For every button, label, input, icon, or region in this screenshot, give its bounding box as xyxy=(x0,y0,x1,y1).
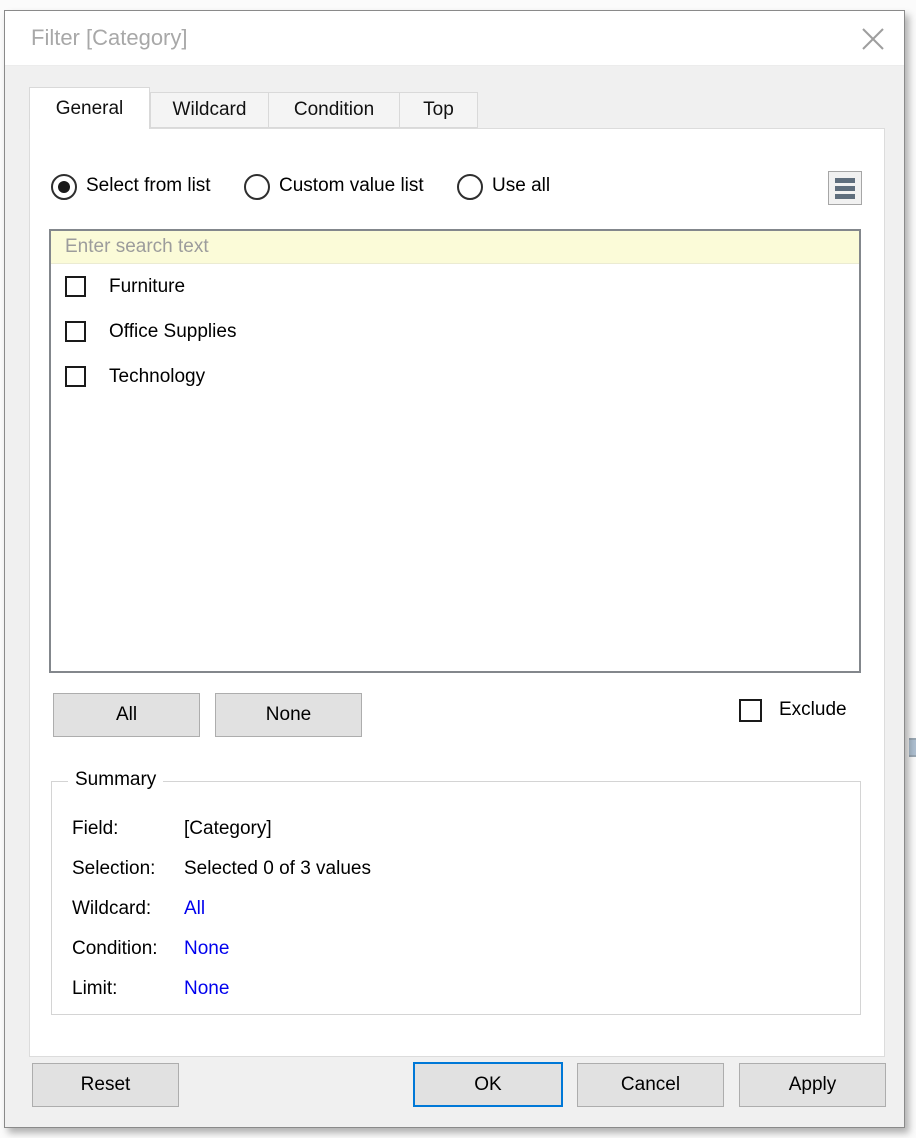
radio-select-from-list-label: Select from list xyxy=(86,175,211,197)
tab-top[interactable]: Top xyxy=(400,92,478,128)
tab-general-label: General xyxy=(56,98,124,120)
checkbox-office-supplies[interactable] xyxy=(65,321,86,342)
none-button-label: None xyxy=(266,704,311,726)
checkbox-technology[interactable] xyxy=(65,366,86,387)
radio-select-from-list[interactable] xyxy=(51,174,77,200)
menu-icon xyxy=(835,178,855,183)
menu-icon xyxy=(835,186,855,191)
summary-row-label: Field: xyxy=(72,818,118,840)
radio-custom-value-list[interactable] xyxy=(244,174,270,200)
list-item-label: Office Supplies xyxy=(109,321,236,343)
radio-use-all[interactable] xyxy=(457,174,483,200)
summary-row-label: Selection: xyxy=(72,858,155,880)
ok-button-label: OK xyxy=(474,1074,501,1096)
summary-condition-link[interactable]: None xyxy=(184,938,229,960)
value-list-panel: Furniture Office Supplies Technology xyxy=(49,229,861,673)
apply-button[interactable]: Apply xyxy=(739,1063,886,1107)
exclude-checkbox[interactable] xyxy=(739,699,762,722)
background-window-edge xyxy=(909,738,916,757)
list-item[interactable]: Technology xyxy=(51,363,859,399)
tab-condition[interactable]: Condition xyxy=(269,92,400,128)
tab-wildcard[interactable]: Wildcard xyxy=(150,92,269,128)
apply-button-label: Apply xyxy=(789,1074,837,1096)
tab-general[interactable]: General xyxy=(29,87,150,129)
list-item[interactable]: Furniture xyxy=(51,273,859,309)
radio-dot xyxy=(58,181,70,193)
tab-condition-label: Condition xyxy=(294,99,374,121)
all-button[interactable]: All xyxy=(53,693,200,737)
summary-row-wildcard: Wildcard: All xyxy=(72,898,832,924)
summary-row-selection: Selection: Selected 0 of 3 values xyxy=(72,858,832,884)
summary-fieldset: Summary Field: [Category] Selection: Sel… xyxy=(51,781,861,1015)
exclude-label: Exclude xyxy=(779,699,847,721)
summary-row-value: Selected 0 of 3 values xyxy=(184,858,371,880)
tab-top-label: Top xyxy=(423,99,454,121)
summary-wildcard-link[interactable]: All xyxy=(184,898,205,920)
dialog-title: Filter [Category] xyxy=(31,25,188,51)
summary-limit-link[interactable]: None xyxy=(184,978,229,1000)
summary-row-label: Limit: xyxy=(72,978,117,1000)
dialog-titlebar: Filter [Category] xyxy=(5,11,904,66)
screen: Filter [Category] General Wildcard Condi… xyxy=(0,0,916,1138)
none-button[interactable]: None xyxy=(215,693,362,737)
radio-use-all-label: Use all xyxy=(492,175,550,197)
list-item-label: Furniture xyxy=(109,276,185,298)
summary-row-label: Wildcard: xyxy=(72,898,151,920)
summary-row-value: [Category] xyxy=(184,818,272,840)
summary-row-field: Field: [Category] xyxy=(72,818,832,844)
all-button-label: All xyxy=(116,704,137,726)
filter-dialog: Filter [Category] General Wildcard Condi… xyxy=(4,10,905,1128)
summary-row-limit: Limit: None xyxy=(72,978,832,1004)
tab-page-general: Select from list Custom value list Use a… xyxy=(29,128,885,1057)
tab-wildcard-label: Wildcard xyxy=(173,99,247,121)
menu-icon xyxy=(835,194,855,199)
radio-custom-value-list-label: Custom value list xyxy=(279,175,424,197)
reset-button-label: Reset xyxy=(81,1074,131,1096)
list-options-button[interactable] xyxy=(828,171,862,205)
cancel-button[interactable]: Cancel xyxy=(577,1063,724,1107)
reset-button[interactable]: Reset xyxy=(32,1063,179,1107)
list-item[interactable]: Office Supplies xyxy=(51,318,859,354)
cancel-button-label: Cancel xyxy=(621,1074,680,1096)
list-item-label: Technology xyxy=(109,366,205,388)
close-button[interactable] xyxy=(856,22,890,56)
summary-row-condition: Condition: None xyxy=(72,938,832,964)
ok-button[interactable]: OK xyxy=(413,1062,563,1107)
checkbox-furniture[interactable] xyxy=(65,276,86,297)
summary-row-label: Condition: xyxy=(72,938,158,960)
selection-mode-group: Select from list Custom value list Use a… xyxy=(30,171,884,207)
summary-legend: Summary xyxy=(68,769,163,791)
close-icon xyxy=(860,26,886,52)
search-input[interactable] xyxy=(51,231,859,264)
